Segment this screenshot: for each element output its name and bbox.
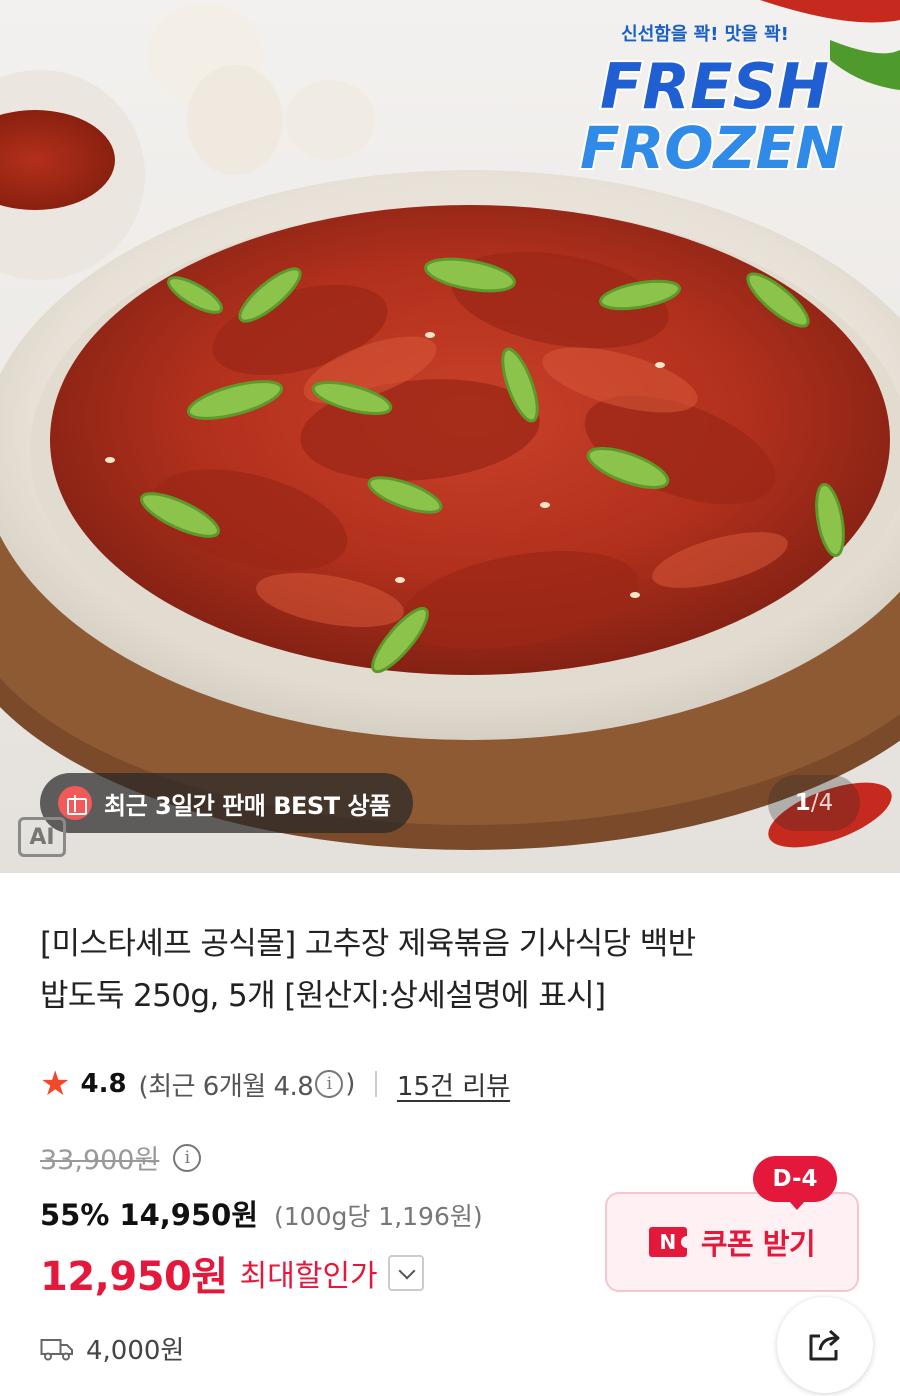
- shipping-row: 4,000원: [40, 1330, 184, 1367]
- review-count-link[interactable]: 15건 리뷰: [397, 1066, 510, 1103]
- original-price: 33,900원: [40, 1145, 160, 1176]
- share-button[interactable]: [777, 1297, 873, 1393]
- max-discount-row: 12,950원 최대할인가: [40, 1244, 424, 1302]
- rating-info-icon[interactable]: i: [315, 1070, 344, 1098]
- original-price-row: 33,900원 i: [40, 1138, 203, 1177]
- chevron-down-icon[interactable]: [387, 1255, 424, 1291]
- get-coupon-button[interactable]: N 쿠폰 받기: [605, 1192, 859, 1292]
- delivery-truck-icon: [40, 1338, 73, 1360]
- logo-frozen: FROZEN: [580, 114, 844, 182]
- product-photo: 신선함을 꽉! 맛을 꽉! FRESH FROZEN: [0, 0, 900, 850]
- image-pager: 1 / 4: [768, 775, 860, 831]
- sale-price: 14,950원: [119, 1198, 259, 1232]
- price-info-icon[interactable]: i: [173, 1143, 202, 1172]
- max-discount-label: 최대할인가: [239, 1259, 378, 1294]
- fresh-frozen-logo: 신선함을 꽉! 맛을 꽉! FRESH FROZEN: [578, 23, 846, 184]
- discount-percent: 55%: [40, 1198, 110, 1232]
- product-image-carousel[interactable]: 신선함을 꽉! 맛을 꽉! FRESH FROZEN 최근 3일간 판매 BES…: [0, 0, 900, 873]
- rating-score: 4.8: [80, 1069, 127, 1099]
- product-title-line2: 밥도둑 250g, 5개 [원산지:상세설명에 표시]: [40, 978, 606, 1014]
- logo-tagline: 신선함을 꽉! 맛을 꽉!: [621, 23, 789, 45]
- max-discount-price: 12,950원: [40, 1254, 228, 1300]
- shipping-fee: 4,000원: [86, 1336, 185, 1366]
- star-icon: ★: [40, 1064, 71, 1104]
- product-title: [미스타셰프 공식몰] 고추장 제육볶음 기사식당 백반 밥도둑 250g, 5…: [40, 918, 870, 1022]
- best-seller-badge: 최근 3일간 판매 BEST 상품: [40, 773, 413, 833]
- logo-fresh: FRESH: [600, 50, 829, 123]
- dday-badge: D-4: [753, 1156, 837, 1210]
- ai-label: AI: [29, 824, 55, 850]
- recent-rating: (최근 6개월 4.8: [138, 1071, 314, 1102]
- pager-total: 4: [818, 790, 834, 816]
- share-icon: [809, 1329, 840, 1361]
- divider: [374, 1071, 377, 1097]
- recent-rating-close: ): [345, 1069, 355, 1099]
- pager-current: 1: [794, 790, 811, 816]
- sale-price-row: 55% 14,950원 (100g당 1,196원): [40, 1192, 483, 1234]
- rating-row: ★ 4.8 (최근 6개월 4.8 i ) 15건 리뷰: [40, 1062, 510, 1106]
- pager-separator: /: [810, 790, 819, 816]
- ai-icon[interactable]: AI: [18, 817, 66, 857]
- unit-price: (100g당 1,196원): [274, 1202, 483, 1231]
- product-title-line1: [미스타셰프 공식몰] 고추장 제육볶음 기사식당 백반: [40, 926, 696, 962]
- naver-coupon-icon: N: [648, 1227, 693, 1257]
- get-coupon-label: 쿠폰 받기: [700, 1227, 816, 1261]
- best-seller-label: 최근 3일간 판매 BEST 상품: [104, 791, 391, 820]
- gift-icon: [58, 786, 92, 820]
